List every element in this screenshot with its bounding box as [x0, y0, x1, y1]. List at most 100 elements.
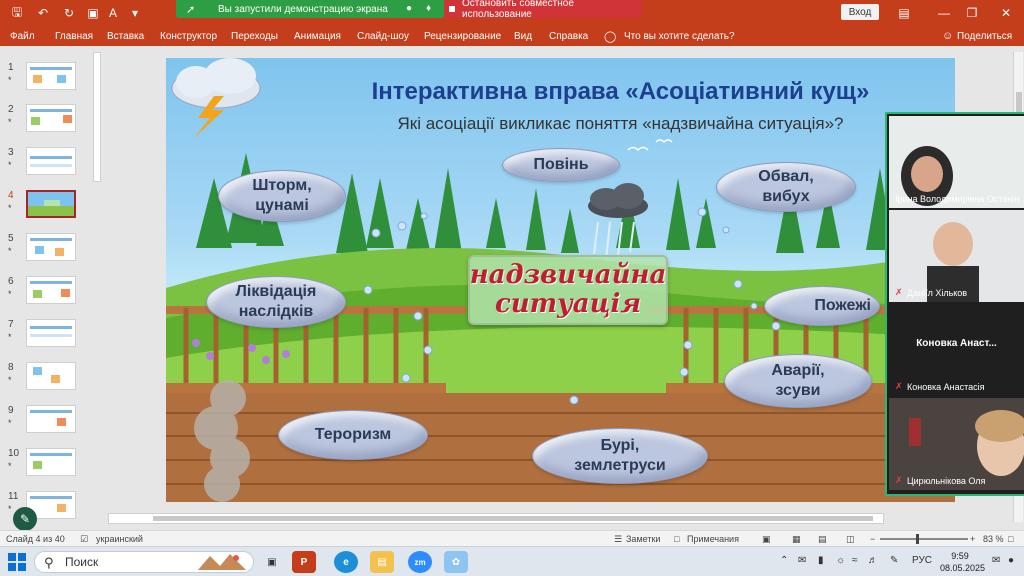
tab-design[interactable]: Конструктор — [160, 31, 217, 42]
thumbnail-slide-2[interactable]: 2 * — [0, 104, 100, 138]
thumbnail-number: 2 — [8, 104, 14, 115]
horizontal-scrollbar[interactable] — [108, 513, 884, 524]
share-button[interactable]: Поделиться — [957, 31, 1012, 42]
notes-button[interactable]: Заметки — [626, 534, 660, 544]
tab-view[interactable]: Вид — [514, 31, 532, 42]
tray-app-icon[interactable]: ✉ — [798, 555, 806, 566]
stop-share-button[interactable]: Остановить совместное использование — [444, 0, 642, 20]
cloud-terrorism-label: Тероризм — [314, 426, 392, 443]
participant-tile-4[interactable]: ✗ Цирюльнікова Оля — [889, 398, 1024, 490]
thumbnail-number: 1 — [8, 62, 14, 73]
participant-tile-2[interactable]: ✗ Даніїл Хільков — [889, 210, 1024, 302]
file-explorer-icon[interactable]: ▤ — [370, 551, 394, 573]
participant-name: Даніїл Хільков — [907, 288, 968, 298]
language-indicator[interactable]: украинский — [96, 534, 143, 544]
thumbnail-number: 5 — [8, 233, 14, 244]
widgets-icon[interactable]: ● — [1008, 555, 1014, 566]
thumbnail-slide-3[interactable]: 3 * — [0, 147, 100, 181]
thumbnail-slide-7[interactable]: 7 * — [0, 319, 100, 353]
tab-help[interactable]: Справка — [549, 31, 588, 42]
cloud-hurricanes-line-1: Бурі, — [600, 437, 640, 454]
tell-me-input[interactable]: Что вы хотите сделать? — [624, 31, 735, 42]
tab-review[interactable]: Рецензирование — [424, 31, 501, 42]
tab-insert[interactable]: Вставка — [107, 31, 144, 42]
zoom-in-icon[interactable]: + — [970, 534, 975, 544]
notifications-icon[interactable]: ✉ — [992, 555, 1000, 566]
ribbon-display-icon[interactable]: ▤ — [892, 4, 916, 22]
powerpoint-app-icon[interactable]: P — [292, 551, 316, 573]
system-clock[interactable]: 9:59 08.05.2025 — [940, 550, 985, 574]
tab-animations[interactable]: Анимация — [294, 31, 341, 42]
undo-icon[interactable]: ↶ — [34, 4, 52, 22]
tray-overflow-icon[interactable]: ⌃ — [780, 555, 788, 566]
participant-tile-1[interactable]: Ірина Володимирівна Останін — [889, 116, 1024, 208]
clock-time: 9:59 — [951, 551, 969, 561]
tab-file[interactable]: Файл — [10, 31, 35, 42]
cloud-storm: Шторм, цунамі — [218, 160, 346, 222]
normal-view-icon[interactable]: ▣ — [762, 534, 771, 545]
windows-start-icon[interactable] — [8, 553, 26, 571]
animation-star: * — [8, 289, 12, 299]
animation-star: * — [8, 332, 12, 342]
save-icon[interactable]: 🖫 — [8, 4, 26, 22]
minimize-icon[interactable]: — — [932, 4, 956, 22]
task-view-icon[interactable]: ▣ — [260, 551, 284, 573]
thumbnail-slide-10[interactable]: 10 * — [0, 448, 100, 482]
fit-slide-icon[interactable]: □ — [1008, 534, 1013, 544]
thumbnail-number: 11 — [8, 491, 19, 502]
slideshow-view-icon[interactable]: ◫ — [846, 534, 855, 545]
zoom-app-icon[interactable]: zm — [408, 551, 432, 573]
redo-icon[interactable]: ↻ — [60, 4, 78, 22]
customize-qa-icon[interactable]: ▾ — [126, 4, 144, 22]
zoom-slider-thumb[interactable] — [916, 534, 919, 544]
pen-icon[interactable]: ✎ — [13, 507, 37, 531]
cloud-hurricanes: Бурі, землетруси — [532, 417, 708, 484]
search-highlight-image[interactable] — [196, 550, 250, 574]
volume-icon[interactable]: ♬ — [868, 555, 878, 566]
tab-home[interactable]: Главная — [55, 31, 93, 42]
spellcheck-icon[interactable]: ☑ — [80, 534, 88, 545]
participant-name: Цирюльнікова Оля — [907, 476, 986, 486]
thumbnail-image — [26, 147, 76, 175]
cloud-collapse-line-1: Обвал, — [758, 168, 814, 185]
slide-sorter-icon[interactable]: ▦ — [792, 534, 801, 545]
scrollbar-thumb[interactable] — [153, 516, 873, 521]
slide-canvas[interactable]: Інтерактивна вправа «Асоціативний кущ» Я… — [166, 58, 955, 502]
wifi-icon[interactable]: ≈ — [852, 555, 858, 566]
animation-star: * — [8, 117, 12, 127]
thumbnail-number: 10 — [8, 448, 20, 459]
login-button[interactable]: Вход — [841, 4, 879, 20]
language-switch[interactable]: РУС — [912, 555, 932, 566]
font-icon[interactable]: A — [104, 4, 122, 22]
edge-app-icon[interactable]: e — [334, 551, 358, 573]
thumbnail-slide-9[interactable]: 9 * — [0, 405, 100, 439]
reading-view-icon[interactable]: ▤ — [818, 534, 827, 545]
restore-icon[interactable]: ❐ — [960, 4, 984, 22]
network-icon[interactable]: ☼ — [836, 555, 845, 566]
thumbnails-scrollbar[interactable] — [93, 52, 101, 182]
battery-icon[interactable]: ▮ — [818, 555, 824, 566]
participant-tile-3[interactable]: Коновка Анаст... ✗ Коновка Анастасія — [889, 304, 1024, 396]
zoom-out-icon[interactable]: − — [870, 534, 875, 544]
comments-button[interactable]: Примечания — [687, 534, 739, 544]
thumbnail-slide-6[interactable]: 6 * — [0, 276, 100, 310]
pen-tray-icon[interactable]: ✎ — [890, 555, 898, 566]
zoom-level[interactable]: 83 % — [983, 534, 1004, 544]
present-icon[interactable]: ▣ — [84, 4, 102, 22]
share-icon: ➚ — [186, 4, 196, 16]
comments-icon: □ — [674, 534, 680, 544]
close-icon[interactable]: ✕ — [994, 4, 1018, 22]
slide-title: Інтерактивна вправа «Асоціативний кущ» — [371, 78, 870, 105]
microphone-icon[interactable]: ● — [406, 3, 412, 14]
participant-center-name: Коновка Анаст... — [916, 338, 997, 349]
paint-app-icon[interactable]: ✿ — [444, 551, 468, 573]
zoom-slider[interactable] — [880, 534, 968, 544]
thumbnail-slide-8[interactable]: 8 * — [0, 362, 100, 396]
tab-transitions[interactable]: Переходы — [231, 31, 278, 42]
thumbnail-slide-5[interactable]: 5 * — [0, 233, 100, 267]
thumbnail-slide-1[interactable]: 1 * — [0, 62, 100, 96]
thumbnail-slide-4[interactable]: 4 * — [0, 190, 100, 224]
tab-slideshow[interactable]: Слайд-шоу — [357, 31, 409, 42]
mic-off-icon: ✗ — [895, 381, 903, 391]
status-bar: Слайд 4 из 40 ☑ украинский ☰ Заметки □ П… — [0, 530, 1024, 546]
